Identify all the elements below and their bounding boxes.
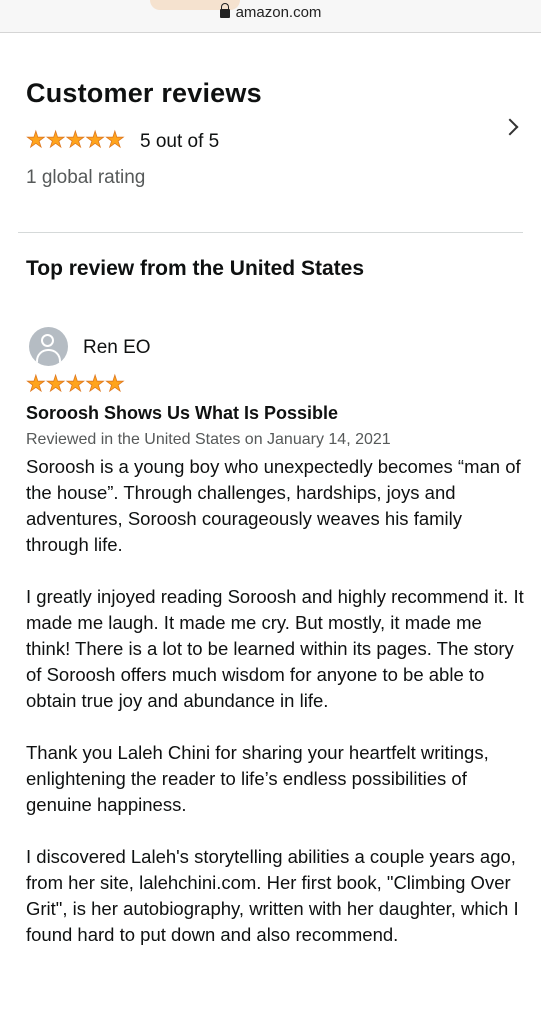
star-icon: ★ bbox=[85, 371, 106, 396]
chevron-right-icon[interactable] bbox=[501, 118, 519, 136]
lock-icon bbox=[219, 3, 230, 18]
average-rating-text[interactable]: 5 out of 5 bbox=[140, 131, 219, 153]
review-paragraph: I discovered Laleh's storytelling abilit… bbox=[26, 846, 519, 945]
star-icon: ★ bbox=[65, 127, 86, 152]
global-rating-count: 1 global rating bbox=[26, 167, 146, 188]
star-icon: ★ bbox=[104, 371, 126, 396]
average-star-rating: ★ ★ ★ ★ ★ bbox=[26, 127, 126, 152]
review-date: Reviewed in the United States on January… bbox=[26, 431, 391, 448]
reviewer-name[interactable]: Ren EO bbox=[83, 337, 151, 359]
star-icon: ★ bbox=[45, 127, 66, 152]
avatar[interactable] bbox=[29, 327, 68, 366]
star-icon: ★ bbox=[26, 127, 47, 152]
url-text: amazon.com bbox=[235, 4, 322, 21]
url-display[interactable]: amazon.com bbox=[0, 3, 541, 21]
review-paragraph: Thank you Laleh Chini for sharing your h… bbox=[26, 742, 489, 815]
section-divider bbox=[18, 232, 523, 233]
star-icon: ★ bbox=[104, 127, 126, 152]
star-icon: ★ bbox=[85, 127, 106, 152]
review-title[interactable]: Soroosh Shows Us What Is Possible bbox=[26, 403, 338, 424]
review-paragraph: I greatly injoyed reading Soroosh and hi… bbox=[26, 586, 524, 711]
avatar-head-icon bbox=[41, 334, 54, 347]
star-icon: ★ bbox=[45, 371, 66, 396]
avatar-body-icon bbox=[36, 349, 61, 366]
star-icon: ★ bbox=[26, 371, 47, 396]
review-paragraph: Soroosh is a young boy who unexpectedly … bbox=[26, 456, 521, 555]
browser-address-bar[interactable]: amazon.com bbox=[0, 0, 541, 33]
review-star-rating: ★ ★ ★ ★ ★ bbox=[26, 371, 126, 396]
top-review-heading: Top review from the United States bbox=[26, 257, 364, 280]
customer-reviews-heading: Customer reviews bbox=[26, 78, 262, 108]
review-body: Soroosh is a young boy who unexpectedly … bbox=[26, 454, 526, 974]
star-icon: ★ bbox=[65, 371, 86, 396]
